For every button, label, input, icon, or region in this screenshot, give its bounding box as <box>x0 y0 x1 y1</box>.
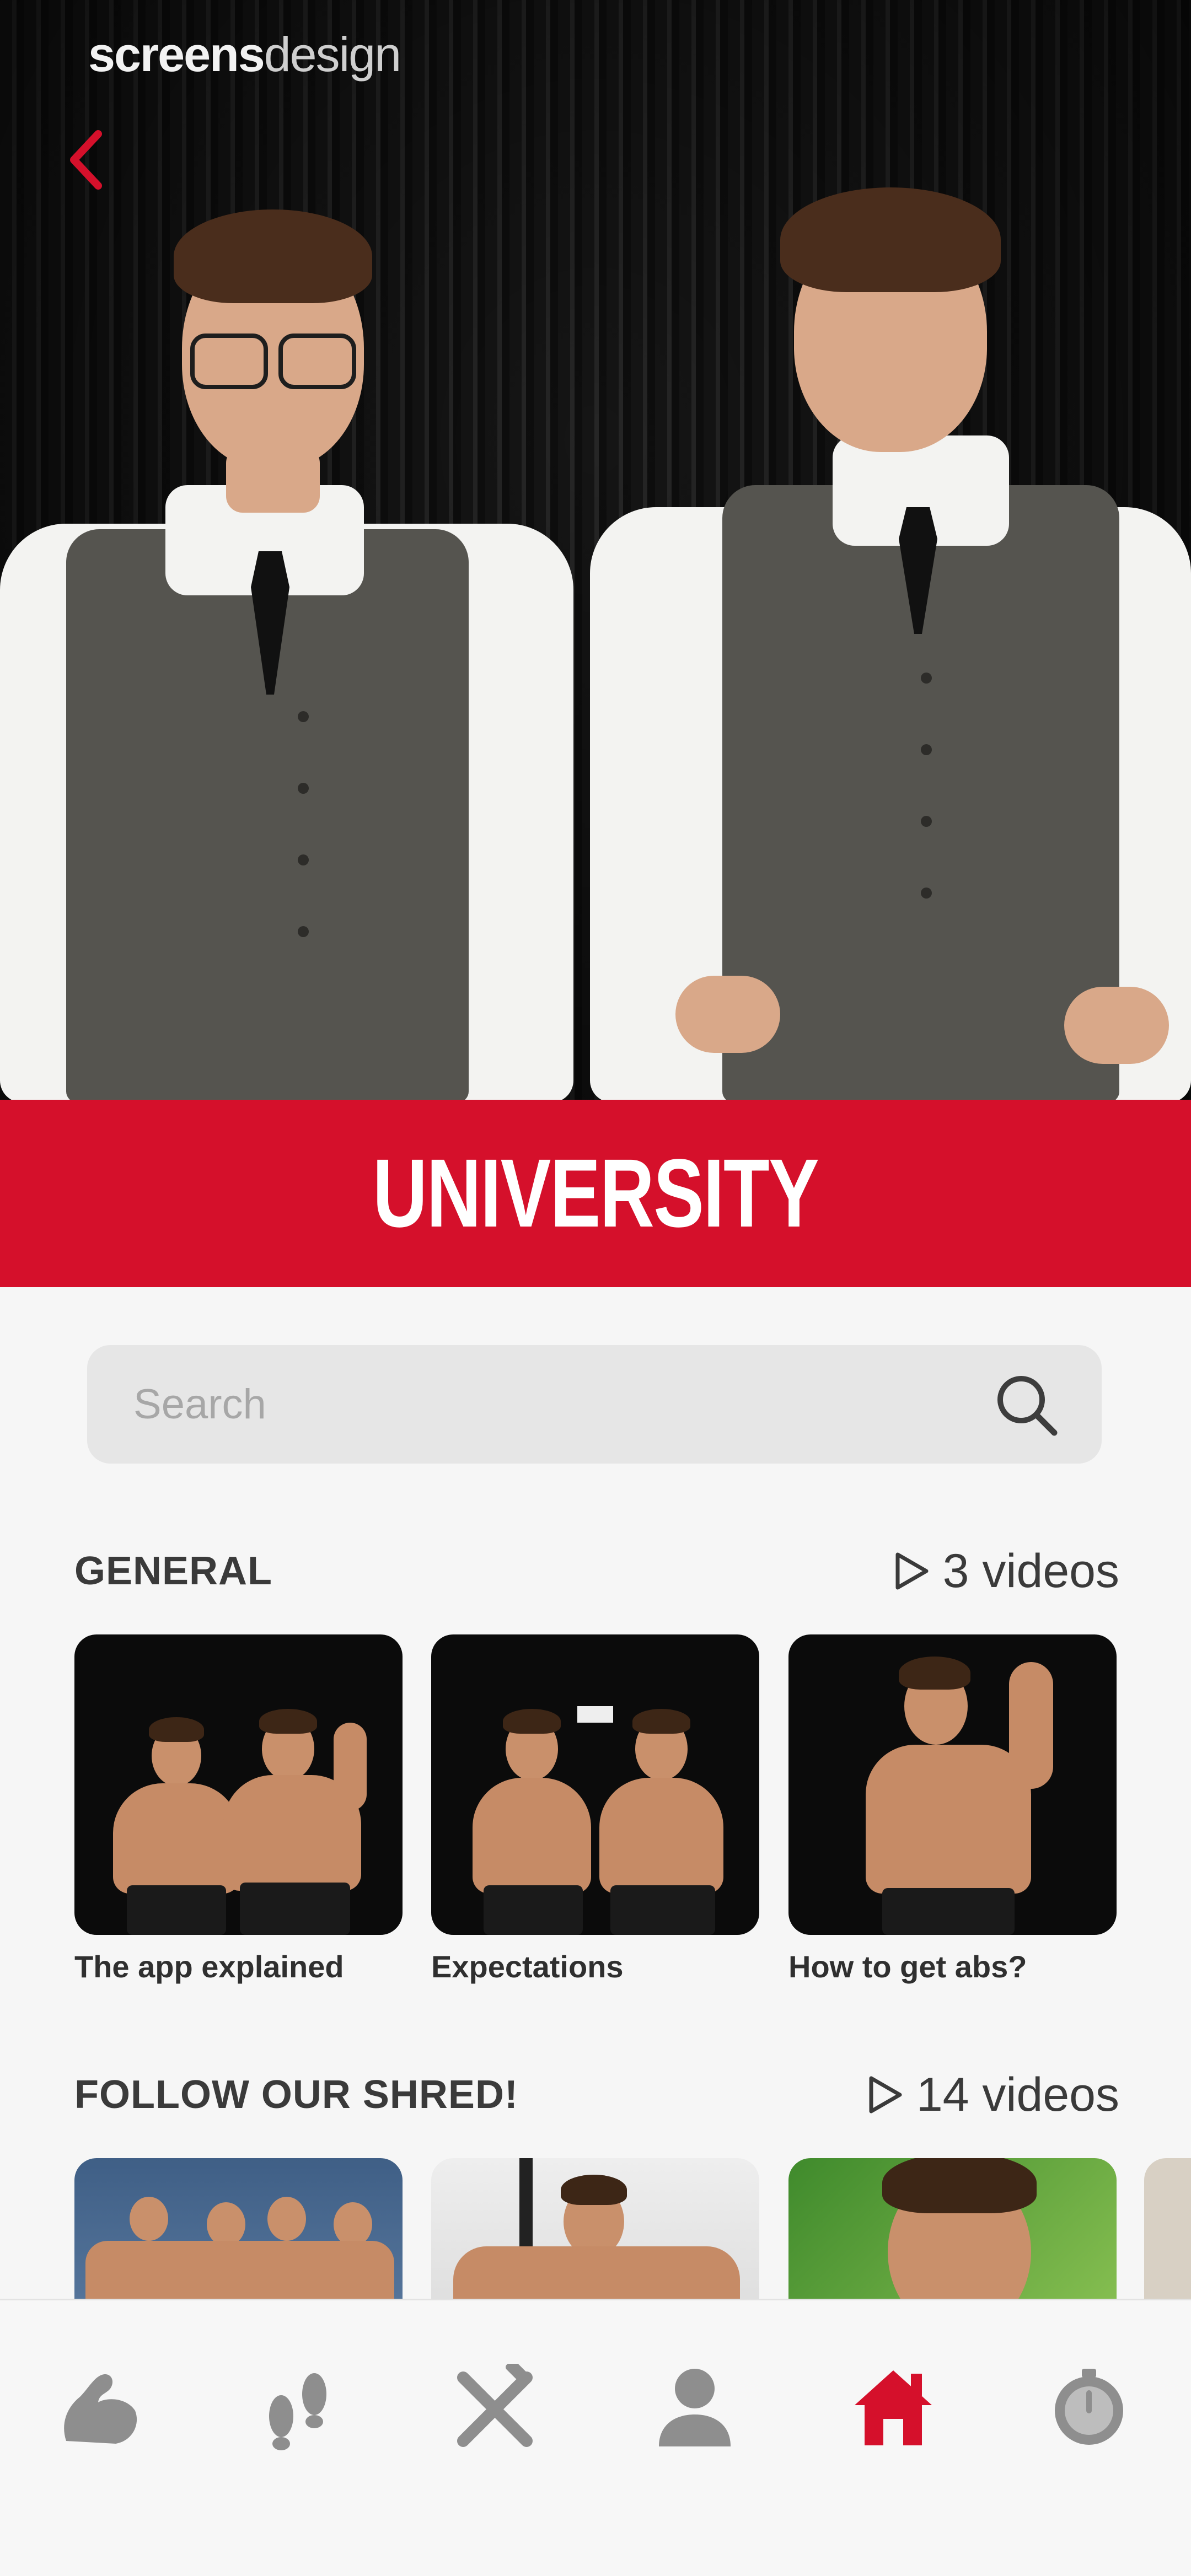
play-icon <box>895 1552 929 1590</box>
search-icon[interactable] <box>990 1369 1062 1440</box>
bottom-tab-bar <box>0 2299 1191 2576</box>
tab-profile[interactable] <box>642 2355 747 2460</box>
section-header-follow-our-shred: FOLLOW OUR SHRED! 14 videos <box>74 2064 1119 2125</box>
home-icon <box>855 2370 932 2445</box>
video-title[interactable]: Expectations <box>431 1949 624 1985</box>
tab-home[interactable] <box>841 2355 946 2460</box>
content-scroll-area[interactable]: GENERAL 3 videos The app explained Expec… <box>0 1287 1191 2299</box>
watermark-brand: screens <box>88 27 265 82</box>
search-bar <box>87 1345 1102 1464</box>
watermark-logo: screensdesign <box>88 26 401 83</box>
chevron-left-icon <box>70 130 102 190</box>
video-tile-shred-4[interactable] <box>1144 2158 1191 2299</box>
video-tile-shred-1[interactable] <box>74 2158 403 2299</box>
search-input[interactable] <box>132 1380 990 1429</box>
tab-steps[interactable] <box>245 2355 350 2460</box>
section-title: FOLLOW OUR SHRED! <box>74 2073 518 2117</box>
tab-nutrition[interactable] <box>441 2355 546 2460</box>
video-count[interactable]: 14 videos <box>868 2068 1119 2122</box>
page-title: UNIVERSITY <box>372 1139 819 1247</box>
video-tile-shred-3[interactable] <box>788 2158 1117 2299</box>
video-tile-app-explained[interactable] <box>74 1634 403 1935</box>
hero-person-left <box>0 198 579 1100</box>
watermark-brand-light: design <box>264 27 401 82</box>
fork-knife-icon <box>457 2364 533 2447</box>
stopwatch-icon <box>1055 2369 1123 2445</box>
video-count-label: 3 videos <box>942 1544 1119 1598</box>
title-banner: UNIVERSITY <box>0 1100 1191 1287</box>
tab-workouts[interactable] <box>47 2355 152 2460</box>
person-icon <box>659 2369 731 2446</box>
video-title[interactable]: The app explained <box>74 1949 344 1985</box>
play-icon <box>869 2076 902 2113</box>
video-title[interactable]: How to get abs? <box>788 1949 1027 1985</box>
video-tile-shred-2[interactable] <box>431 2158 759 2299</box>
hero-image: screensdesign <box>0 0 1191 1100</box>
video-count[interactable]: 3 videos <box>894 1544 1119 1599</box>
section-header-general: GENERAL 3 videos <box>74 1541 1119 1601</box>
flexed-arm-icon <box>64 2374 137 2444</box>
hero-person-right <box>568 176 1191 1100</box>
video-tile-expectations[interactable] <box>431 1634 759 1935</box>
video-count-label: 14 videos <box>916 2068 1119 2121</box>
tab-timer[interactable] <box>1037 2355 1141 2460</box>
section-title: GENERAL <box>74 1549 273 1593</box>
back-button[interactable] <box>61 124 110 196</box>
footsteps-icon <box>269 2373 326 2450</box>
video-tile-abs[interactable] <box>788 1634 1117 1935</box>
